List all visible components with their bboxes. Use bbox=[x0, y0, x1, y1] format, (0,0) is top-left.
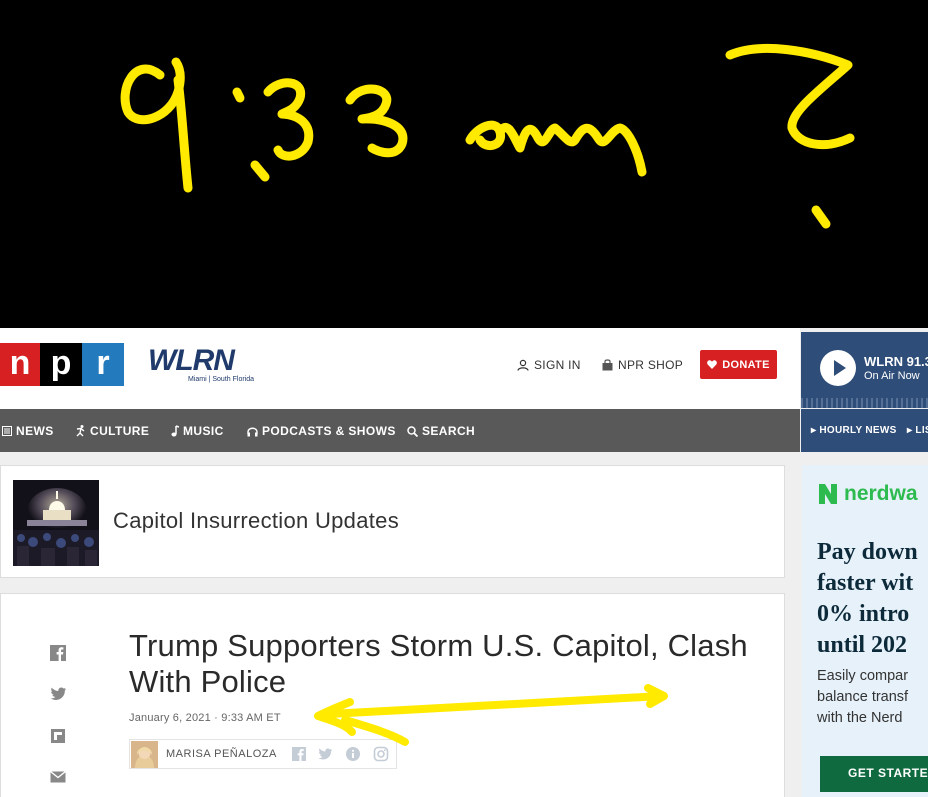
station-name: WLRN 91.3 bbox=[864, 354, 928, 369]
nav-item-search[interactable]: SEARCH bbox=[407, 424, 475, 438]
sign-in-link[interactable]: SIGN IN bbox=[517, 358, 581, 372]
ad-headline-line: faster wit bbox=[817, 570, 914, 596]
play-icon[interactable] bbox=[820, 350, 856, 386]
nav-item-culture[interactable]: CULTURE bbox=[76, 424, 149, 438]
wlrn-logo-text: WLRN bbox=[148, 344, 235, 377]
hourly-news-link[interactable]: ▸ HOURLY NEWS bbox=[811, 425, 897, 436]
ad-headline-line: Pay down bbox=[817, 539, 918, 565]
wlrn-logo-subtitle: Miami | South Florida bbox=[188, 376, 255, 383]
section-banner[interactable]: Capitol Insurrection Updates bbox=[0, 465, 785, 578]
culture-icon bbox=[76, 425, 85, 437]
handwritten-time-question bbox=[120, 43, 855, 229]
donate-button[interactable]: DONATE bbox=[700, 350, 777, 379]
ad-brand-logo: nerdwa bbox=[818, 482, 918, 506]
ad-headline: Pay down faster wit 0% intro until 202 bbox=[817, 537, 928, 661]
audio-waveform bbox=[801, 398, 928, 408]
site-header: n p r WLRN Miami | South Florida SIGN IN… bbox=[0, 328, 800, 409]
ad-headline-line: until 202 bbox=[817, 632, 908, 658]
nav-label-culture: CULTURE bbox=[90, 424, 150, 438]
nav-label-news: NEWS bbox=[16, 424, 54, 438]
npr-logo-n: n bbox=[0, 343, 40, 386]
shopping-bag-icon bbox=[602, 359, 613, 371]
nav-item-podcasts[interactable]: PODCASTS & SHOWS bbox=[247, 424, 396, 438]
nav-item-news[interactable]: NEWS bbox=[2, 424, 54, 438]
author-twitter-icon[interactable] bbox=[317, 746, 333, 762]
article-card: Trump Supporters Storm U.S. Capitol, Cla… bbox=[0, 593, 785, 797]
nav-item-music[interactable]: MUSIC bbox=[170, 424, 224, 438]
main-nav: NEWS CULTURE MUSIC PODCASTS & SHOWS SEAR… bbox=[0, 409, 800, 452]
npr-logo[interactable]: n p r bbox=[0, 343, 124, 386]
article-dateline: January 6, 2021 · 9:33 AM ET bbox=[129, 712, 281, 724]
nav-label-podcasts: PODCASTS & SHOWS bbox=[262, 424, 396, 438]
author-byline: MARISA PEÑALOZA bbox=[129, 739, 397, 769]
ad-body-line: Easily compar bbox=[817, 668, 909, 684]
author-avatar[interactable] bbox=[131, 741, 158, 768]
handwritten-annotation bbox=[0, 0, 928, 328]
station-nav: ▸ HOURLY NEWS ▸ LIS bbox=[801, 409, 928, 452]
headphones-icon bbox=[247, 427, 258, 436]
capitol-thumbnail bbox=[13, 480, 99, 566]
npr-logo-r: r bbox=[82, 343, 124, 386]
webpage: n p r WLRN Miami | South Florida SIGN IN… bbox=[0, 328, 928, 797]
donate-label: DONATE bbox=[722, 358, 770, 371]
music-note-icon bbox=[171, 425, 179, 437]
twitter-icon[interactable] bbox=[49, 685, 67, 703]
user-icon bbox=[517, 359, 529, 371]
npr-logo-p: p bbox=[40, 343, 82, 386]
ad-body: Easily compar balance transf with the Ne… bbox=[817, 666, 928, 729]
sign-in-label: SIGN IN bbox=[534, 358, 581, 372]
nerdwallet-ad[interactable]: nerdwa Pay down faster wit 0% intro unti… bbox=[802, 465, 928, 797]
hourly-news-label: HOURLY NEWS bbox=[819, 425, 897, 436]
listen-label: LIS bbox=[915, 425, 928, 436]
author-info-icon[interactable] bbox=[345, 746, 361, 762]
author-instagram-icon[interactable] bbox=[373, 746, 389, 762]
email-icon[interactable] bbox=[49, 768, 67, 786]
nav-label-search: SEARCH bbox=[422, 424, 476, 438]
facebook-icon[interactable] bbox=[49, 644, 67, 662]
ad-body-line: with the Nerd bbox=[817, 710, 903, 726]
news-icon bbox=[2, 426, 12, 436]
ad-headline-line: 0% intro bbox=[817, 601, 910, 627]
author-name[interactable]: MARISA PEÑALOZA bbox=[166, 748, 277, 760]
flipboard-icon[interactable] bbox=[49, 727, 67, 745]
article-headline: Trump Supporters Storm U.S. Capitol, Cla… bbox=[129, 628, 748, 699]
author-facebook-icon[interactable] bbox=[291, 746, 307, 762]
listen-link[interactable]: ▸ LIS bbox=[907, 425, 928, 436]
on-air-status: On Air Now bbox=[864, 370, 920, 382]
nav-label-music: MUSIC bbox=[183, 424, 224, 438]
wlrn-logo[interactable]: WLRN Miami | South Florida bbox=[148, 344, 258, 388]
search-icon bbox=[407, 425, 418, 437]
nerdwallet-logo-icon bbox=[819, 484, 837, 504]
npr-shop-link[interactable]: NPR SHOP bbox=[602, 358, 683, 372]
ad-get-started-button[interactable]: GET STARTE bbox=[820, 756, 928, 792]
ad-brand-name: nerdwa bbox=[844, 482, 918, 505]
heart-icon bbox=[707, 360, 718, 369]
ad-body-line: balance transf bbox=[817, 689, 909, 705]
section-title[interactable]: Capitol Insurrection Updates bbox=[113, 508, 399, 534]
station-player: WLRN 91.3 On Air Now bbox=[801, 332, 928, 408]
npr-shop-label: NPR SHOP bbox=[618, 358, 684, 372]
